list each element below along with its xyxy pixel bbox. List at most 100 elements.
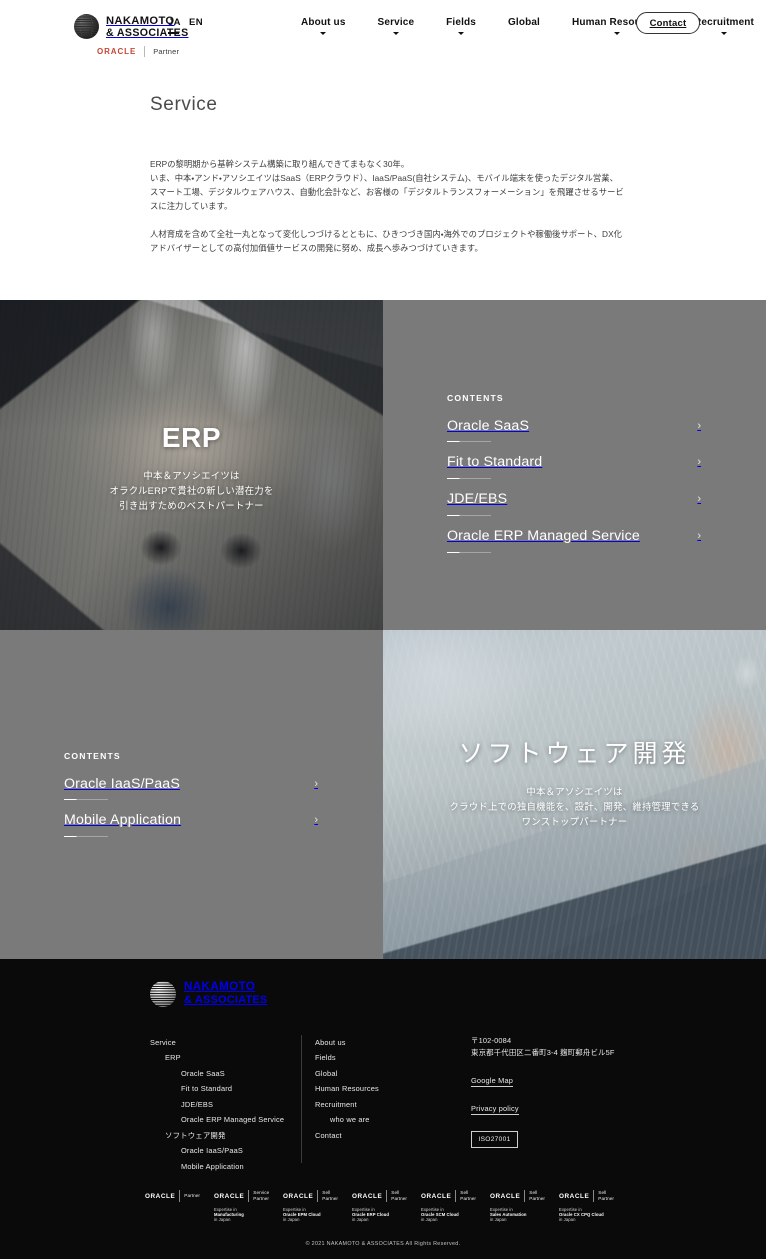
partner-badge-manufacturing: ORACLE Service Partner Expertise in Manuf… (214, 1190, 276, 1223)
nav-item-global[interactable]: Global (492, 17, 556, 28)
footer-link-mobile-application[interactable]: Mobile Application (150, 1159, 305, 1175)
dev-hero-caption: ソフトウェア開発 中本＆アソシエイツは クラウド上での独自機能を、設計、開発、維持… (383, 739, 766, 830)
intro-section: Service ERPの黎明期から基幹システム構築に取り組んできてまもなく30年… (0, 78, 766, 300)
footer-link-global[interactable]: Global (315, 1066, 455, 1082)
badge-role: Sell Partner (391, 1190, 408, 1202)
partner-badge-oracle-scm-cloud: ORACLE Sell Partner Expertise in Oracle S… (421, 1190, 483, 1223)
nav-label: Recruitment (694, 17, 755, 28)
intro-paragraph-1: ERPの黎明期から基幹システム構築に取り組んできてまもなく30年。 いま、中本・ア… (150, 159, 624, 212)
contact-button[interactable]: Contact (636, 12, 700, 34)
software-development-contents-panel: CONTENTS Oracle IaaS/PaaS › Mobile Appli… (0, 629, 383, 959)
footer-link-erp[interactable]: ERP (150, 1050, 305, 1066)
footer-logo-wordmark: NAKAMOTO & ASSOCIATES (184, 980, 268, 1006)
erp-content-link-jde-ebs[interactable]: JDE/EBS › (447, 491, 702, 517)
nav-item-about-us[interactable]: About us (285, 17, 362, 35)
footer-link-oracle-saas[interactable]: Oracle SaaS (150, 1066, 305, 1082)
footer-logo[interactable]: NAKAMOTO & ASSOCIATES (0, 980, 766, 1007)
page-title: Service (150, 94, 218, 115)
badge-header: ORACLE Sell Partner (421, 1190, 483, 1203)
footer-link-service[interactable]: Service (150, 1035, 305, 1051)
language-switcher[interactable]: JA EN (168, 17, 203, 34)
erp-content-link-oracle-saas[interactable]: Oracle SaaS › (447, 418, 702, 443)
badge-expertise: Expertise in Oracle EPM Cloud in Japan (283, 1207, 345, 1223)
link-label: Fit to Standard (447, 454, 543, 471)
oracle-partner-badges: ORACLE Partner ORACLE Service Partner Exp… (0, 1174, 766, 1223)
footer-link-jde-ebs[interactable]: JDE/EBS (150, 1097, 305, 1113)
google-map-link[interactable]: Google Map (471, 1075, 514, 1088)
link-label: Oracle IaaS/PaaS (64, 775, 180, 792)
footer-link-recruitment[interactable]: Recruitment (315, 1097, 455, 1113)
chevron-down-icon (721, 32, 728, 35)
footer-link-human-resources[interactable]: Human Resources (315, 1081, 455, 1097)
badge-expertise: Expertise in Oracle SCM Cloud in Japan (421, 1207, 483, 1223)
footer-link-oracle-erp-managed-service[interactable]: Oracle ERP Managed Service (150, 1112, 305, 1128)
footer-column-company: About us Fields Global Human Resources R… (305, 1035, 455, 1175)
chevron-down-icon (320, 32, 327, 35)
footer-address: 〒102-0084 東京都千代田区二番町3-4 麹町郵舟ビル5F (471, 1035, 695, 1060)
dev-content-link-oracle-iaas-paas[interactable]: Oracle IaaS/PaaS › (64, 775, 319, 801)
badge-header: ORACLE Sell Partner (559, 1190, 621, 1203)
service-erp-section: ERP 中本＆アソシエイツは オラクルERPで貴社の新しい潜在力を 引き出すためのベ… (0, 299, 766, 630)
badge-header: ORACLE Service Partner (214, 1190, 276, 1203)
site-footer: NAKAMOTO & ASSOCIATES Service ERP Oracle… (0, 958, 766, 1259)
expertise-region: in Japan (490, 1217, 507, 1223)
dev-subtitle: 中本＆アソシエイツは クラウド上での独自機能を、設計、開発、維持管理できる ワンスト… (449, 785, 700, 828)
postal-code: 〒102-0084 (471, 1035, 512, 1045)
oracle-wordmark: ORACLE (97, 47, 137, 56)
erp-contents-label: CONTENTS (447, 392, 504, 403)
footer-link-about-us[interactable]: About us (315, 1035, 455, 1051)
footer-link-oracle-iaas-paas[interactable]: Oracle IaaS/PaaS (150, 1143, 305, 1159)
badge-role: Sell Partner (598, 1190, 615, 1202)
badge-header: ORACLE Sell Partner (490, 1190, 552, 1203)
badge-expertise: Expertise in Sales Automation in Japan (490, 1207, 552, 1223)
dev-title: ソフトウェア開発 (458, 739, 691, 768)
footer-link-fit-to-standard[interactable]: Fit to Standard (150, 1081, 305, 1097)
nav-label: Service (377, 17, 415, 28)
intro-paragraph-2: 人材育成を含めて全社一丸となって変化しつづけるとともに、ひきつづき国内・海外での… (150, 229, 623, 254)
oracle-wordmark: ORACLE (145, 1192, 176, 1200)
erp-content-link-oracle-erp-managed-service[interactable]: Oracle ERP Managed Service › (447, 529, 702, 554)
globe-icon (74, 14, 99, 39)
footer-link-contact[interactable]: Contact (315, 1128, 455, 1144)
expertise-region: in Japan (214, 1217, 231, 1223)
badge-divider (524, 1190, 526, 1203)
globe-icon (150, 980, 176, 1007)
badge-header: ORACLE Sell Partner (352, 1190, 414, 1203)
nav-item-service[interactable]: Service (362, 17, 431, 35)
nav-label: About us (301, 17, 346, 28)
oracle-wordmark: ORACLE (490, 1192, 521, 1200)
nav-item-fields[interactable]: Fields (430, 17, 492, 35)
nav-label: Fields (446, 17, 476, 28)
erp-hero-image: ERP 中本＆アソシエイツは オラクルERPで貴社の新しい潜在力を 引き出すためのベ… (0, 299, 383, 630)
software-development-contents: CONTENTS Oracle IaaS/PaaS › Mobile Appli… (0, 629, 383, 959)
footer-link-fields[interactable]: Fields (315, 1050, 455, 1066)
badge-divider (386, 1190, 388, 1203)
oracle-wordmark: ORACLE (352, 1192, 383, 1200)
oracle-wordmark: ORACLE (559, 1192, 590, 1200)
erp-hero-caption: ERP 中本＆アソシエイツは オラクルERPで貴社の新しい潜在力を 引き出すためのベ… (0, 421, 383, 514)
badge-role: Sell Partner (322, 1190, 339, 1202)
partner-badge-partner: ORACLE Partner (145, 1190, 207, 1203)
chevron-right-icon: › (697, 493, 701, 506)
badge-role: Partner (184, 1193, 201, 1199)
oracle-wordmark: ORACLE (283, 1192, 314, 1200)
footer-link-who-we-are[interactable]: who we are (315, 1112, 455, 1128)
link-label: JDE/EBS (447, 491, 508, 508)
lang-ja[interactable]: JA (168, 17, 181, 28)
partner-badge-oracle-cx-cpq-cloud: ORACLE Sell Partner Expertise in Oracle C… (559, 1190, 621, 1223)
footer-logo-line-2: & ASSOCIATES (184, 993, 268, 1006)
erp-content-link-fit-to-standard[interactable]: Fit to Standard › (447, 454, 702, 480)
partner-badge-oracle-epm-cloud: ORACLE Sell Partner Expertise in Oracle E… (283, 1190, 345, 1223)
badge-role: Sell Partner (460, 1190, 477, 1202)
erp-contents-panel: CONTENTS Oracle SaaS › Fit to Standard ›… (383, 299, 766, 630)
badge-expertise: Expertise in Oracle CX CPQ Cloud in Japa… (559, 1207, 621, 1223)
erp-title: ERP (161, 421, 222, 453)
badge-divider (248, 1190, 250, 1203)
privacy-policy-link[interactable]: Privacy policy (471, 1103, 519, 1116)
footer-link-software-development[interactable]: ソフトウェア開発 (150, 1128, 305, 1144)
badge-divider (593, 1190, 595, 1203)
badge-expertise: Expertise in Oracle ERP Cloud in Japan (352, 1207, 414, 1223)
expertise-region: in Japan (283, 1217, 300, 1223)
dev-content-link-mobile-application[interactable]: Mobile Application › (64, 813, 319, 838)
lang-en[interactable]: EN (189, 17, 203, 28)
